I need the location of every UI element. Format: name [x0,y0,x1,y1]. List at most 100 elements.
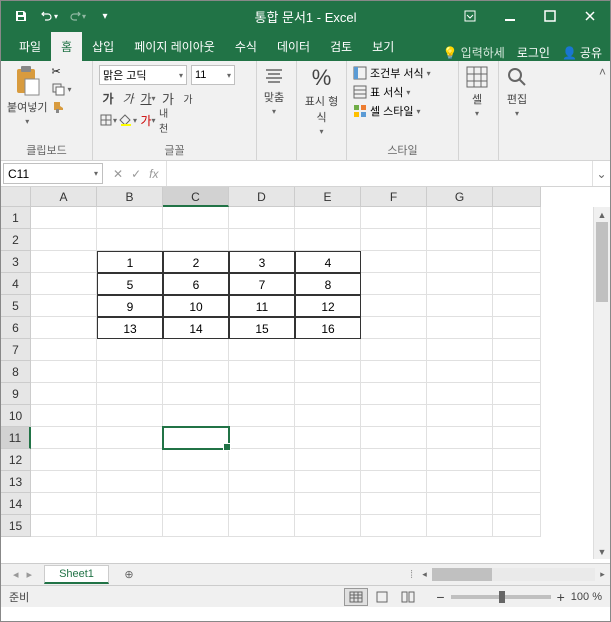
cell[interactable] [163,449,229,471]
tab-review[interactable]: 검토 [320,32,362,61]
cell[interactable] [31,295,97,317]
cell[interactable] [163,207,229,229]
fill-color-button[interactable]: ▾ [119,111,137,129]
row-header[interactable]: 7 [1,339,31,361]
cell[interactable] [361,515,427,537]
cell[interactable] [97,361,163,383]
cell[interactable] [295,361,361,383]
cells-button[interactable]: 셀 ▾ [465,65,489,118]
cell[interactable] [229,449,295,471]
cell[interactable] [493,405,541,427]
row-header[interactable]: 5 [1,295,31,317]
cell[interactable] [97,405,163,427]
cell[interactable] [97,207,163,229]
cell[interactable] [97,515,163,537]
cell[interactable]: 15 [229,317,295,339]
cell[interactable]: 6 [163,273,229,295]
cell[interactable]: 4 [295,251,361,273]
tab-insert[interactable]: 삽입 [82,32,124,61]
sheet-nav-prev-icon[interactable]: ◂ [13,568,19,581]
cell[interactable]: 14 [163,317,229,339]
format-painter-button[interactable] [51,100,71,114]
cell[interactable] [493,251,541,273]
row-header[interactable]: 1 [1,207,31,229]
cell[interactable] [295,515,361,537]
editing-button[interactable]: 편집 ▾ [505,65,529,118]
cell[interactable] [229,229,295,251]
tell-me-search[interactable]: 💡입력하세 [443,44,505,61]
cell[interactable] [295,427,361,449]
zoom-slider[interactable] [451,595,551,599]
cell[interactable] [31,493,97,515]
cell[interactable] [361,449,427,471]
cell[interactable] [163,229,229,251]
cell[interactable] [427,273,493,295]
row-header[interactable]: 10 [1,405,31,427]
cell[interactable] [97,383,163,405]
formula-input[interactable] [166,161,592,186]
fx-icon[interactable]: fx [149,167,158,181]
share-button[interactable]: 👤공유 [562,44,602,61]
cell[interactable] [229,515,295,537]
cell[interactable] [229,207,295,229]
cell[interactable]: 12 [295,295,361,317]
scroll-right-icon[interactable]: ▸ [595,569,610,580]
cell[interactable] [97,339,163,361]
col-header[interactable]: G [427,187,493,207]
horizontal-scrollbar[interactable]: ⁞ ◂ ▸ [410,567,610,582]
cell[interactable] [361,493,427,515]
font-name-combo[interactable]: 맑은 고딕▾ [99,65,187,85]
shrink-font-button[interactable]: 가 [179,89,197,107]
cell[interactable] [97,471,163,493]
col-header[interactable]: A [31,187,97,207]
row-header[interactable]: 11 [1,427,31,449]
cell[interactable] [493,207,541,229]
scroll-down-icon[interactable]: ▼ [594,544,610,559]
cell[interactable] [97,229,163,251]
confirm-formula-icon[interactable]: ✓ [131,167,141,181]
cell[interactable] [31,339,97,361]
cell[interactable] [31,471,97,493]
name-box[interactable]: C11 ▾ [3,163,103,184]
cell[interactable] [493,273,541,295]
cell[interactable] [163,493,229,515]
cell[interactable] [361,383,427,405]
ribbon-options-icon[interactable] [450,1,490,31]
cell[interactable] [493,471,541,493]
tab-view[interactable]: 보기 [362,32,404,61]
cell[interactable] [361,251,427,273]
cell[interactable] [295,207,361,229]
cell[interactable] [31,207,97,229]
cut-button[interactable]: ✂ [51,65,71,78]
col-header[interactable]: D [229,187,295,207]
row-header[interactable]: 12 [1,449,31,471]
cell[interactable] [493,383,541,405]
cell[interactable] [97,493,163,515]
font-color-button[interactable]: 가▾ [139,111,157,129]
cell[interactable] [31,515,97,537]
phonetic-button[interactable]: 내천 [159,111,177,129]
cell[interactable] [31,383,97,405]
row-header[interactable]: 6 [1,317,31,339]
cell[interactable]: 2 [163,251,229,273]
cell[interactable] [427,339,493,361]
collapse-ribbon-icon[interactable]: ˄ [595,61,610,160]
sheet-tab[interactable]: Sheet1 [44,565,109,584]
col-header[interactable]: C [163,187,229,207]
cell[interactable] [361,273,427,295]
number-format-button[interactable]: % 표시 형식 ▾ [303,65,340,136]
cell[interactable] [97,427,163,449]
table-format-button[interactable]: 표 서식▾ [353,84,410,100]
cell[interactable] [295,229,361,251]
col-header[interactable]: B [97,187,163,207]
cell[interactable] [295,471,361,493]
cell[interactable] [163,405,229,427]
cell[interactable] [361,295,427,317]
tab-page-layout[interactable]: 페이지 레이아웃 [124,32,225,61]
row-header[interactable]: 4 [1,273,31,295]
login-button[interactable]: 로그인 [517,44,550,61]
cell[interactable] [31,273,97,295]
scroll-left-icon[interactable]: ◂ [417,569,432,580]
cell[interactable] [31,427,97,449]
cell[interactable]: 10 [163,295,229,317]
